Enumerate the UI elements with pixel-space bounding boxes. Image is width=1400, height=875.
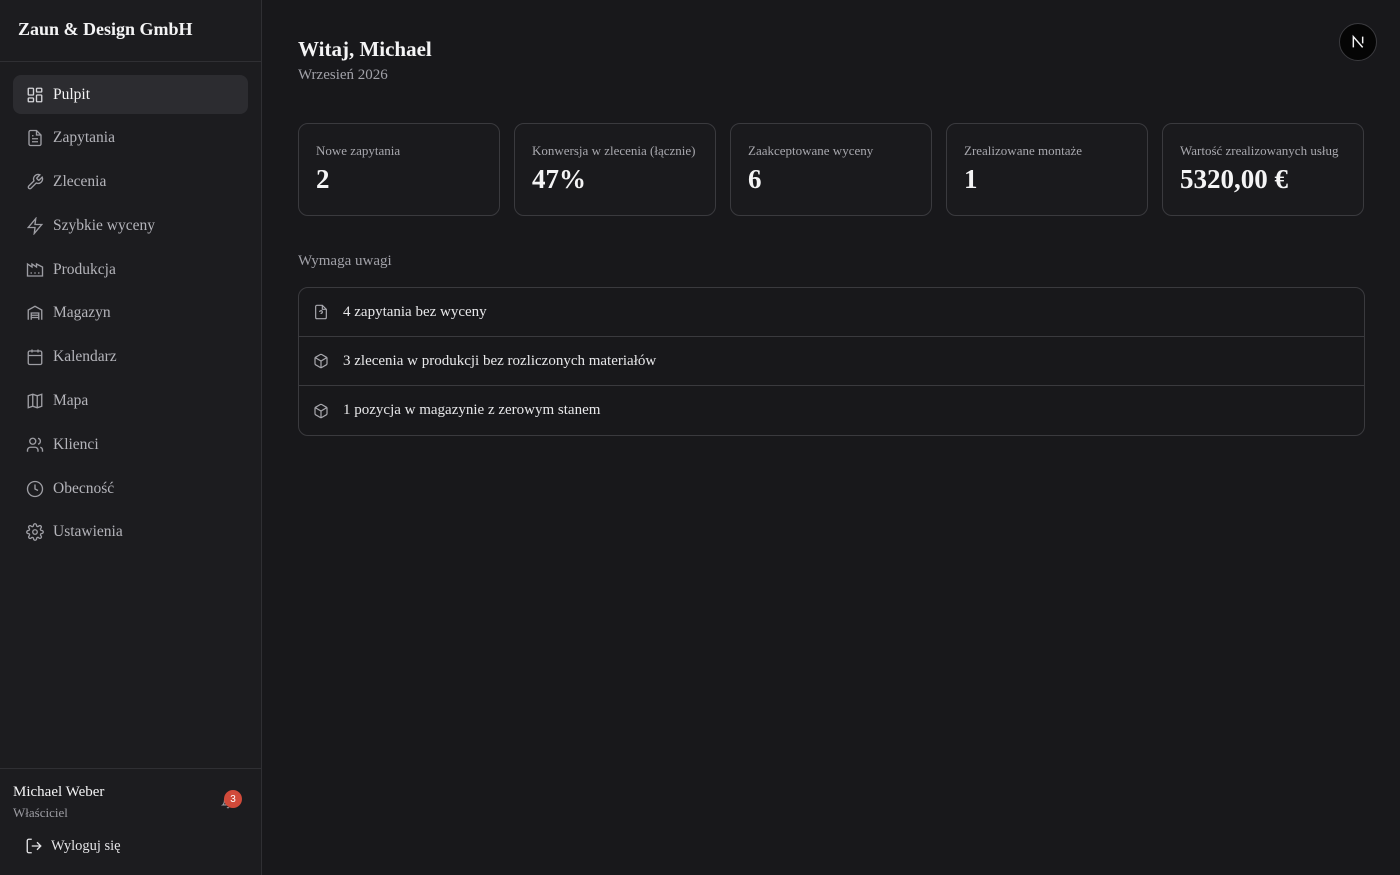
user-role: Właściciel [13,805,68,820]
attention-list: 4 zapytania bez wyceny 3 zlecenia w prod… [298,287,1365,436]
dashboard-icon [26,86,44,104]
clock-icon [26,480,44,498]
stat-card-conversion: Konwersja w zlecenia (łącznie) 47% [514,123,716,216]
sidebar-item-label: Magazyn [53,304,111,322]
logout-label: Wyloguj się [51,837,121,854]
avatar[interactable] [1339,23,1377,61]
logout-button[interactable]: Wyloguj się [13,837,248,855]
sidebar-item-label: Mapa [53,392,89,410]
n-logo-icon [1352,34,1364,48]
stat-card-completed-installations: Zrealizowane montaże 1 [946,123,1148,216]
sidebar-item-pulpit[interactable]: Pulpit [13,75,248,114]
sidebar-item-zlecenia[interactable]: Zlecenia [13,163,248,202]
sidebar-item-label: Klienci [53,435,99,453]
sidebar-item-mapa[interactable]: Mapa [13,382,248,421]
stat-label: Wartość zrealizowanych usług [1180,143,1339,158]
logout-icon [26,838,42,854]
sidebar-item-label: Obecność [53,479,115,497]
gear-icon [26,523,44,542]
sidebar-nav: Pulpit Zapytania Zlecenia Szybkie wyceny… [0,62,261,570]
list-item[interactable]: 3 zlecenia w produkcji bez rozliczonych … [299,337,1364,386]
map-icon [26,392,44,410]
list-item-text: 1 pozycja w magazynie z zerowym stanem [343,402,601,418]
stat-value: 2 [316,164,330,194]
users-icon [26,436,44,454]
sidebar-item-magazyn[interactable]: Magazyn [13,294,248,333]
stat-label: Konwersja w zlecenia (łącznie) [532,143,696,158]
stat-label: Nowe zapytania [316,143,401,158]
sidebar-item-klienci[interactable]: Klienci [13,425,248,464]
lightning-icon [26,216,44,235]
sidebar-item-ustawienia[interactable]: Ustawienia [13,513,248,552]
package-icon [313,403,329,419]
sidebar: Zaun & Design GmbH Pulpit Zapytania Zlec… [0,0,262,875]
current-period: Wrzesień 2026 [298,67,388,83]
stat-card-accepted-quotes: Zaakceptowane wyceny 6 [730,123,932,216]
user-panel: Michael Weber Właściciel 3 Wyloguj się [0,768,261,875]
sidebar-item-label: Kalendarz [53,348,117,366]
list-item[interactable]: 1 pozycja w magazynie z zerowym stanem [299,386,1364,435]
list-item[interactable]: 4 zapytania bez wyceny [299,288,1364,337]
page-title: Witaj, Michael [298,37,432,61]
document-icon [26,129,44,147]
sidebar-item-kalendarz[interactable]: Kalendarz [13,338,248,377]
list-item-text: 4 zapytania bez wyceny [343,303,487,320]
list-item-text: 3 zlecenia w produkcji bez rozliczonych … [343,352,657,369]
calendar-icon [26,348,44,366]
stat-label: Zrealizowane montaże [964,143,1083,158]
package-icon [313,353,329,369]
sidebar-item-label: Szybkie wyceny [53,216,156,234]
factory-icon [26,261,44,279]
sidebar-item-label: Zlecenia [53,173,107,191]
notification-badge: 3 [224,790,242,808]
sidebar-item-szybkie-wyceny[interactable]: Szybkie wyceny [13,206,248,245]
brand-name: Zaun & Design GmbH [0,0,261,62]
stat-value: 6 [748,164,762,194]
sidebar-item-label: Produkcja [53,260,116,278]
stat-value: 5320,00 € [1180,164,1288,194]
section-title: Wymaga uwagi [298,253,392,269]
stat-card-services-value: Wartość zrealizowanych usług 5320,00 € [1162,123,1364,216]
stat-label: Zaakceptowane wyceny [748,143,874,158]
sidebar-item-produkcja[interactable]: Produkcja [13,250,248,289]
document-question-icon [313,304,329,320]
user-name: Michael Weber [13,784,105,800]
sidebar-item-zapytania[interactable]: Zapytania [13,119,248,158]
sidebar-item-label: Ustawienia [53,523,123,541]
stats-row: Nowe zapytania 2 Konwersja w zlecenia (ł… [298,123,1364,216]
wrench-icon [26,173,44,191]
stat-card-new-inquiries: Nowe zapytania 2 [298,123,500,216]
stat-value: 1 [964,164,978,194]
warehouse-icon [26,304,44,322]
sidebar-item-label: Pulpit [53,85,91,103]
main-content: Witaj, Michael Wrzesień 2026 Nowe zapyta… [263,0,1400,875]
stat-value: 47% [532,164,586,194]
sidebar-item-label: Zapytania [53,129,115,147]
sidebar-item-obecnosc[interactable]: Obecność [13,469,248,508]
